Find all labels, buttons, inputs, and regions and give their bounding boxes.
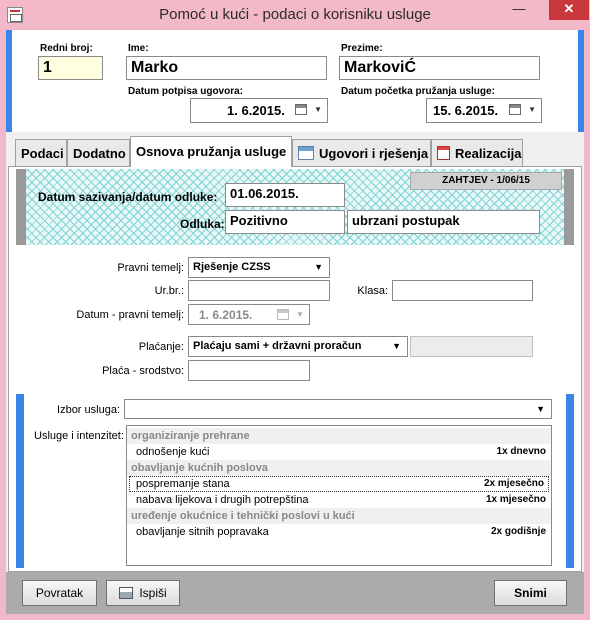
izbor-usluga-label: Izbor usluga: [57, 404, 120, 416]
service-row-label: nabava lijekova i drugih potrepština [136, 494, 309, 506]
tab-dodatno[interactable]: Dodatno [67, 139, 130, 166]
datum-odluke-field[interactable]: 01.06.2015. [225, 183, 345, 207]
prezime-field[interactable]: MarkoviĆ [339, 56, 540, 80]
placanje-extra-field [410, 336, 533, 357]
tab-ugovori-label: Ugovori i rješenja [319, 146, 429, 161]
datum-pravni-temelj-label: Datum - pravni temelj: [76, 309, 184, 321]
redni-broj-field[interactable]: 1 [38, 56, 103, 80]
tab-podaci[interactable]: Podaci [15, 139, 67, 166]
printer-icon [119, 587, 134, 599]
service-category-row[interactable]: organiziranje prehrane [127, 428, 551, 444]
zahtjev-badge: ZAHTJEV - 1/06/15 [410, 172, 562, 190]
usluge-intenzitet-label: Usluge i intenzitet: [34, 430, 124, 442]
odluka-label: Odluka: [180, 217, 225, 231]
close-button[interactable]: ✕ [549, 0, 589, 20]
window-title: Pomoć u kući - podaci o korisniku usluge [159, 6, 431, 23]
prezime-label: Prezime: [341, 43, 383, 54]
pravni-temelj-value: Rješenje CZSS [193, 261, 271, 273]
pravni-temelj-label: Pravni temelj: [117, 262, 184, 274]
klasa-field[interactable] [392, 280, 533, 301]
datum-pravni-temelj-picker[interactable]: 1. 6.2015. ▼ [188, 304, 310, 325]
service-frequency: 2x godišnje [490, 526, 546, 537]
izbor-usluga-select[interactable]: ▼ [124, 399, 552, 419]
calendar-icon[interactable] [295, 104, 307, 115]
chevron-down-icon[interactable]: ▼ [296, 310, 304, 319]
odluka-field[interactable]: Pozitivno [225, 210, 345, 234]
service-row-label: uređenje okućnice i tehnički poslovi u k… [131, 510, 355, 522]
klasa-label: Klasa: [357, 285, 388, 297]
calendar-icon[interactable] [277, 309, 289, 320]
placa-srodstvo-field[interactable] [188, 360, 310, 381]
datum-potpisa-picker[interactable]: 1. 6.2015. ▼ [190, 98, 328, 123]
service-frequency: 1x dnevno [496, 446, 546, 457]
datum-pravni-temelj-value: 1. 6.2015. [199, 308, 253, 322]
urbr-field[interactable] [188, 280, 330, 301]
placanje-select[interactable]: Plaćaju sami + državni proračun ▼ [188, 336, 408, 357]
tab-osnova-pruzanja-usluge[interactable]: Osnova pružanja usluge [130, 136, 292, 167]
service-row[interactable]: nabava lijekova i drugih potrepština 1x m… [127, 492, 551, 508]
tab-realizacija[interactable]: Realizacija [431, 139, 523, 166]
snimi-button[interactable]: Snimi [494, 580, 567, 606]
odluka-note-field[interactable]: ubrzani postupak [347, 210, 540, 234]
ime-field[interactable]: Marko [126, 56, 327, 80]
chevron-down-icon[interactable]: ▼ [528, 105, 536, 114]
urbr-label: Ur.br.: [154, 285, 184, 297]
service-frequency: 1x mjesečno [485, 494, 546, 505]
placanje-label: Plaćanje: [138, 341, 184, 353]
service-row-label: odnošenje kući [136, 446, 210, 458]
datum-potpisa-value: 1. 6.2015. [227, 103, 285, 118]
tree-structure-icon [298, 146, 314, 160]
service-row[interactable]: pospremanje stana 2x mjesečno [129, 476, 549, 492]
datum-pocetka-picker[interactable]: 15. 6.2015. ▼ [426, 98, 542, 123]
minimize-button[interactable]: — [506, 0, 532, 20]
service-row-label: organiziranje prehrane [131, 430, 250, 442]
datum-potpisa-label: Datum potpisa ugovora: [128, 86, 244, 97]
datum-pocetka-value: 15. 6.2015. [433, 103, 499, 118]
redni-broj-label: Redni broj: [40, 43, 93, 54]
service-row-label: obavljanje kućnih poslova [131, 462, 268, 474]
chevron-down-icon: ▼ [314, 262, 323, 272]
service-category-row[interactable]: uređenje okućnice i tehnički poslovi u k… [127, 508, 551, 524]
chevron-down-icon[interactable]: ▼ [314, 105, 322, 114]
placanje-value: Plaćaju sami + državni proračun [193, 340, 362, 352]
tab-realizacija-label: Realizacija [455, 146, 522, 161]
service-category-row[interactable]: obavljanje kućnih poslova [127, 460, 551, 476]
service-row[interactable]: odnošenje kući 1x dnevno [127, 444, 551, 460]
ispisi-label: Ispiši [139, 586, 167, 600]
calendar-icon[interactable] [509, 104, 521, 115]
service-row-label: pospremanje stana [136, 478, 230, 490]
services-list[interactable]: organiziranje prehrane odnošenje kući 1x d… [126, 425, 552, 566]
placa-srodstvo-label: Plaća - srodstvo: [102, 365, 184, 377]
tab-ugovori-i-rjesenja[interactable]: Ugovori i rješenja [292, 139, 431, 166]
datum-odluke-label: Datum sazivanja/datum odluke: [38, 190, 218, 204]
calendar-check-icon [437, 146, 450, 160]
service-row-label: obavljanje sitnih popravaka [136, 526, 269, 538]
service-row[interactable]: obavljanje sitnih popravaka 2x godišnje [127, 524, 551, 540]
chevron-down-icon: ▼ [392, 341, 401, 351]
chevron-down-icon: ▼ [536, 404, 545, 414]
ispisi-button[interactable]: Ispiši [106, 580, 180, 606]
service-frequency: 2x mjesečno [483, 478, 544, 489]
datum-pocetka-label: Datum početka pružanja usluge: [341, 86, 495, 97]
povratak-button[interactable]: Povratak [22, 580, 97, 606]
ime-label: Ime: [128, 43, 149, 54]
pravni-temelj-select[interactable]: Rješenje CZSS ▼ [188, 257, 330, 278]
